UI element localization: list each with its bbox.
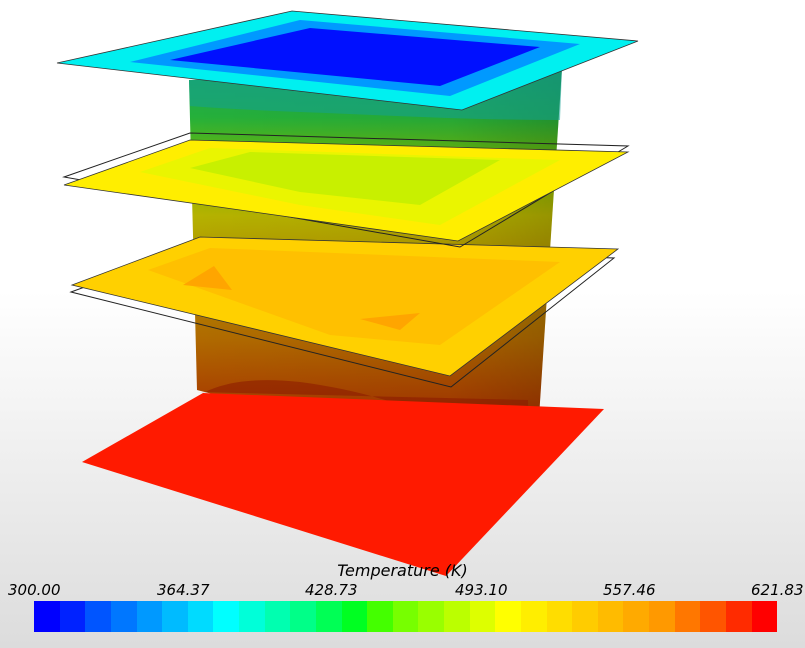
colorbar-tick-label: 428.73 [305,581,358,599]
colorbar-tick-label: 621.83 [751,581,804,599]
colorbar-swatch [751,601,778,632]
colorbar-swatch [520,601,547,632]
colorbar-swatch [469,601,496,632]
colorbar-swatch [725,601,752,632]
colorbar-swatch [418,601,444,632]
colorbar-swatch [572,601,598,632]
colorbar-swatch [341,601,368,632]
colorbar-swatch [546,601,573,632]
slice-bottom [82,393,604,576]
colorbar-swatch [367,601,393,632]
colorbar-tick-label: 364.37 [157,581,210,599]
temperature-colorbar [34,601,778,632]
colorbar-swatch [136,601,163,632]
colorbar-swatch [700,601,726,632]
colorbar-swatch [392,601,419,632]
colorbar-swatch [674,601,701,632]
colorbar-swatch [290,601,316,632]
colorbar-title: Temperature (K) [337,561,468,580]
temperature-3d-view [56,10,639,576]
colorbar-swatch [187,601,214,632]
colorbar-swatch [239,601,265,632]
colorbar-swatch [444,601,470,632]
colorbar-swatch [162,601,188,632]
colorbar-swatch [213,601,239,632]
colorbar-swatch [495,601,521,632]
colorbar-swatch [110,601,137,632]
colorbar-swatch [85,601,111,632]
colorbar-tick-label: 493.10 [455,581,508,599]
colorbar-swatch [34,601,60,632]
colorbar-swatch [649,601,675,632]
colorbar-tick-label: 557.46 [603,581,656,599]
colorbar-swatch [264,601,291,632]
colorbar-swatch [315,601,342,632]
colorbar-swatch [59,601,86,632]
colorbar-swatch [597,601,624,632]
colorbar-swatch [623,601,649,632]
colorbar-tick-label: 300.00 [8,581,61,599]
